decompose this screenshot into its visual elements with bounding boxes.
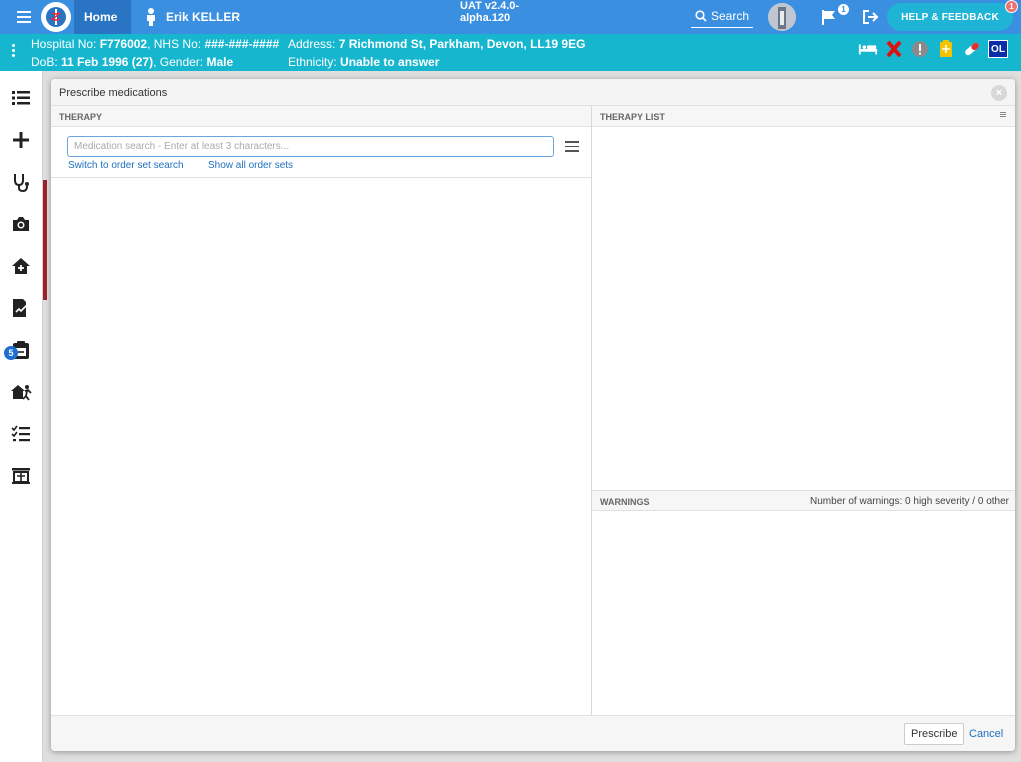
list-icon[interactable]: [9, 86, 33, 110]
warnings-count: Number of warnings: 0 high severity / 0 …: [810, 496, 1009, 507]
logout-icon[interactable]: [862, 0, 884, 34]
home-run-icon[interactable]: [9, 380, 33, 404]
dialog-header: Prescribe medications ×: [51, 79, 1015, 106]
search-button[interactable]: Search: [691, 4, 754, 28]
medication-search-area: Switch to order set search Show all orde…: [51, 127, 591, 178]
patient-banner: Hospital No: F776002, NHS No: ###-###-##…: [0, 34, 1021, 71]
switch-to-order-set-link[interactable]: Switch to order set search: [68, 160, 184, 171]
left-sidebar: 5: [0, 71, 43, 762]
camera-icon[interactable]: [9, 212, 33, 236]
therapy-list-menu-icon[interactable]: [1000, 112, 1006, 117]
plus-icon[interactable]: [9, 128, 33, 152]
banner-more-icon[interactable]: [12, 44, 16, 57]
avatar[interactable]: [768, 3, 796, 31]
flag-count-badge: 1: [838, 4, 849, 15]
prescribe-button[interactable]: Prescribe: [904, 723, 965, 745]
dialog-footer: Prescribe Cancel: [51, 715, 1015, 751]
medication-search-input[interactable]: [67, 136, 554, 157]
search-icon: [695, 9, 707, 22]
ol-badge[interactable]: OL: [988, 40, 1008, 58]
home-plus-icon[interactable]: [9, 254, 33, 278]
document-sign-icon[interactable]: [9, 296, 33, 320]
menu-icon[interactable]: [14, 0, 34, 34]
version-label: UAT v2.4.0-alpha.120: [460, 0, 520, 24]
panel-divider: [591, 106, 592, 715]
patient-alert-icons: OL: [858, 39, 1008, 59]
medication-pill-icon[interactable]: [962, 39, 982, 59]
top-bar: Home Erik KELLER UAT v2.4.0-alpha.120 Se…: [0, 0, 1021, 34]
therapy-list-section-header: THERAPY LIST: [592, 106, 1015, 127]
cancel-button[interactable]: Cancel: [969, 728, 1003, 740]
show-all-order-sets-link[interactable]: Show all order sets: [208, 160, 293, 171]
breadcrumb-user[interactable]: Erik KELLER: [144, 0, 240, 34]
patient-ids: Hospital No: F776002, NHS No: ###-###-##…: [31, 37, 280, 51]
breadcrumb-arrow: [119, 0, 129, 34]
bed-icon[interactable]: [858, 39, 878, 59]
app-logo[interactable]: [41, 2, 71, 32]
stethoscope-icon[interactable]: [9, 170, 33, 194]
warnings-header-label: WARNINGS: [600, 497, 650, 507]
help-count-badge: 1: [1005, 0, 1018, 13]
help-feedback-button[interactable]: HELP & FEEDBACK: [887, 3, 1013, 31]
dialog-title: Prescribe medications: [59, 87, 168, 99]
allergy-x-icon[interactable]: [884, 39, 904, 59]
background-accent: [43, 180, 47, 300]
bed-table-icon[interactable]: [9, 464, 33, 488]
checklist-icon[interactable]: [9, 422, 33, 446]
search-label: Search: [711, 8, 750, 23]
patient-demographics: DoB: 11 Feb 1996 (27), Gender: Male: [31, 55, 234, 69]
therapy-section-header: THERAPY: [51, 106, 591, 127]
alert-icon[interactable]: [910, 39, 930, 59]
patient-ethnicity: Ethnicity: Unable to answer: [288, 55, 440, 69]
battery-icon[interactable]: [936, 39, 956, 59]
therapy-header-label: THERAPY: [59, 112, 103, 122]
person-icon: [147, 8, 155, 26]
warnings-section-header: WARNINGS Number of warnings: 0 high seve…: [592, 490, 1015, 511]
sidebar-count-badge: 5: [4, 346, 18, 360]
close-icon[interactable]: ×: [991, 85, 1007, 101]
patient-address: Address: 7 Richmond St, Parkham, Devon, …: [288, 37, 586, 51]
therapy-list-header-label: THERAPY LIST: [600, 112, 665, 122]
user-name: Erik KELLER: [166, 10, 241, 24]
search-options-menu-icon[interactable]: [565, 141, 579, 152]
prescribe-medications-dialog: Prescribe medications × THERAPY THERAPY …: [51, 79, 1015, 751]
